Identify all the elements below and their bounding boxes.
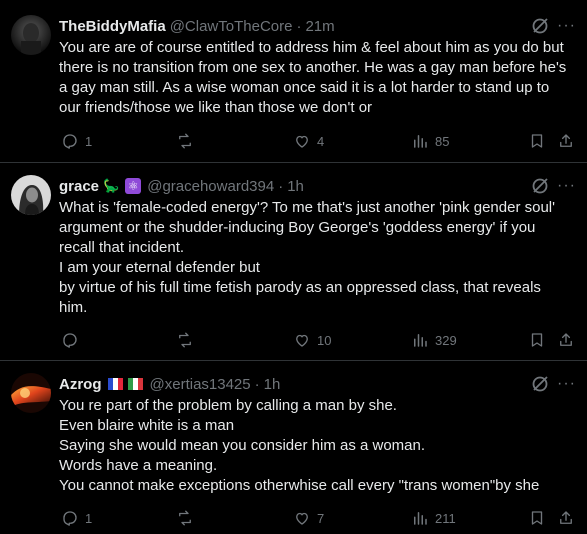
repost-button[interactable]: [176, 330, 200, 350]
avatar[interactable]: [11, 373, 51, 413]
more-icon[interactable]: ···: [557, 18, 577, 37]
views-icon: [414, 135, 427, 148]
repost-button[interactable]: [176, 508, 200, 528]
reply-count: 1: [85, 510, 93, 526]
view-count: 85: [435, 133, 450, 149]
tweet-line: You are are of course entitled to addres…: [59, 39, 564, 56]
reply-count: 1: [85, 133, 93, 149]
tweet-line: recall that incident.: [59, 239, 185, 256]
repost-icon: [179, 332, 191, 348]
tweet-line: Even blaire white is a man: [59, 417, 235, 434]
tweet-3[interactable]: Azrog @xertias13425 · 1h ··· You re part…: [0, 361, 587, 534]
heart-icon: [296, 512, 308, 525]
share-button[interactable]: [557, 330, 581, 350]
share-icon: [560, 333, 572, 346]
grok-icon[interactable]: [531, 375, 549, 393]
reply-button[interactable]: 1: [61, 508, 92, 528]
tweet-text: You are are of course entitled to addres…: [59, 38, 579, 118]
tweet-line: argument or the shudder-inducing Boy Geo…: [59, 219, 536, 236]
like-count: 10: [317, 332, 332, 348]
reply-button[interactable]: 1: [61, 131, 92, 151]
tweet-line: What is 'female-coded energy'? To me tha…: [59, 199, 555, 216]
heart-icon: [296, 334, 308, 347]
bookmark-button[interactable]: [528, 131, 552, 151]
display-name[interactable]: Azrog: [59, 376, 102, 393]
user-handle[interactable]: @ClawToTheCore: [170, 18, 293, 35]
tweet-2[interactable]: grace 🦕 ⚛ @gracehoward394 · 1h ··· What …: [0, 163, 587, 360]
tweet-line: a gay man still. As a wise woman once sa…: [59, 79, 550, 96]
action-bar: 1 4 85: [59, 131, 579, 151]
atom-emoji: ⚛: [125, 178, 142, 194]
user-handle[interactable]: @gracehoward394: [147, 178, 274, 195]
separator-dot: ·: [296, 17, 302, 35]
reply-icon: [63, 134, 77, 149]
tweet-header: Azrog @xertias13425 · 1h: [59, 374, 280, 394]
tweet-line: our friends/those we like than those we …: [59, 99, 373, 116]
avatar[interactable]: [11, 175, 51, 215]
repost-icon: [179, 133, 191, 149]
views-button[interactable]: 329: [411, 330, 457, 350]
tweet-1[interactable]: TheBiddyMafia @ClawToTheCore · 21m ··· Y…: [0, 0, 587, 162]
flag-france: [107, 378, 124, 390]
more-icon[interactable]: ···: [557, 376, 577, 395]
view-count: 211: [435, 510, 456, 526]
bookmark-icon: [531, 134, 543, 148]
display-name[interactable]: grace: [59, 178, 99, 195]
bookmark-icon: [531, 511, 543, 525]
tweet-line: by virtue of his full time fetish parody…: [59, 279, 541, 296]
like-count: 4: [317, 133, 325, 149]
timeline-feed: TheBiddyMafia @ClawToTheCore · 21m ··· Y…: [0, 0, 587, 534]
reply-icon: [63, 333, 77, 348]
view-count: 329: [435, 332, 457, 348]
separator-dot: ·: [278, 177, 284, 195]
like-button[interactable]: 10: [293, 330, 331, 350]
tweet-line: Words have a meaning.: [59, 457, 218, 474]
bookmark-icon: [531, 333, 543, 347]
user-handle[interactable]: @xertias13425: [150, 376, 251, 393]
tweet-header: TheBiddyMafia @ClawToTheCore · 21m: [59, 16, 335, 36]
action-bar: 10 329: [59, 330, 579, 350]
tweet-line: Saying she would mean you consider him a…: [59, 437, 426, 454]
repost-icon: [179, 510, 191, 526]
bookmark-button[interactable]: [528, 508, 552, 528]
like-count: 7: [317, 510, 325, 526]
dinosaur-emoji: 🦕: [103, 178, 120, 193]
tweet-line: I am your eternal defender but: [59, 259, 260, 276]
tweet-line: there is no transition from one sex to a…: [59, 59, 567, 76]
flag-italy: [127, 378, 144, 390]
reply-icon: [63, 511, 77, 526]
views-button[interactable]: 85: [411, 131, 449, 151]
bookmark-button[interactable]: [528, 330, 552, 350]
grok-icon[interactable]: [531, 177, 549, 195]
timestamp[interactable]: 1h: [287, 178, 304, 195]
views-button[interactable]: 211: [411, 508, 456, 528]
separator-dot: ·: [254, 375, 260, 393]
share-icon: [560, 134, 572, 147]
avatar[interactable]: [11, 15, 51, 55]
heart-icon: [296, 135, 308, 148]
tweet-text: What is 'female-coded energy'? To me tha…: [59, 198, 579, 318]
repost-button[interactable]: [176, 131, 200, 151]
like-button[interactable]: 4: [293, 131, 324, 151]
action-bar: 1 7 211: [59, 508, 579, 528]
tweet-line: You re part of the problem by calling a …: [59, 397, 397, 414]
tweet-text: You re part of the problem by calling a …: [59, 396, 579, 496]
tweet-line: him.: [59, 299, 88, 316]
timestamp[interactable]: 21m: [305, 18, 334, 35]
display-name[interactable]: TheBiddyMafia: [59, 18, 166, 35]
views-icon: [414, 334, 427, 347]
tweet-header: grace 🦕 ⚛ @gracehoward394 · 1h: [59, 176, 304, 196]
tweet-line: You cannot make exceptions otherwhise ca…: [59, 477, 540, 494]
share-button[interactable]: [557, 508, 581, 528]
share-button[interactable]: [557, 131, 581, 151]
share-icon: [560, 511, 572, 524]
more-icon[interactable]: ···: [557, 178, 577, 197]
reply-button[interactable]: [61, 330, 85, 350]
views-icon: [414, 512, 427, 525]
like-button[interactable]: 7: [293, 508, 324, 528]
grok-icon[interactable]: [531, 17, 549, 35]
timestamp[interactable]: 1h: [264, 376, 281, 393]
